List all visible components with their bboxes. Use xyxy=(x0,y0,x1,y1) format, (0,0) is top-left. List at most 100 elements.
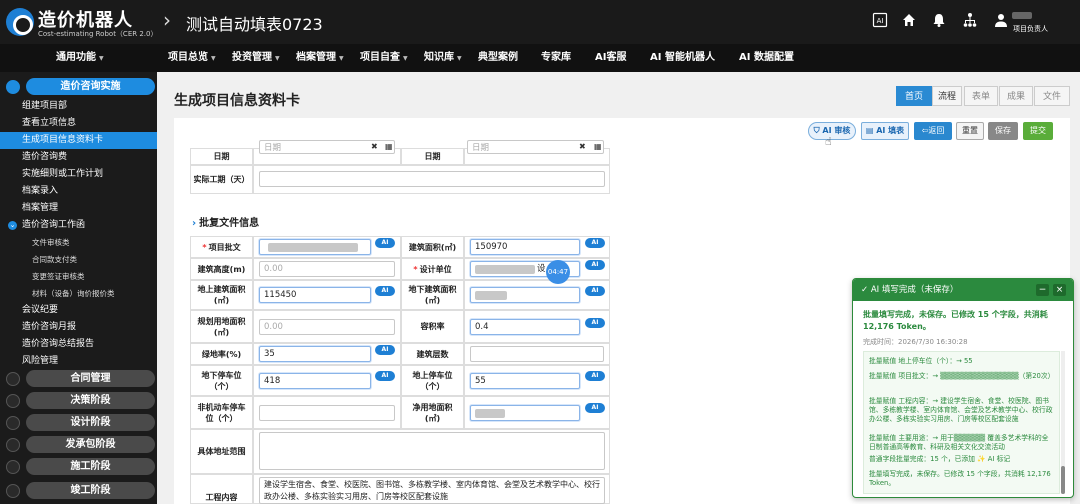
menu-item-experts[interactable]: 专家库 xyxy=(541,44,571,72)
tab-form[interactable]: 表单 xyxy=(964,86,998,106)
sidebar-subitem[interactable]: 材料（设备）询价报价类 xyxy=(0,285,157,302)
org-chart-icon[interactable] xyxy=(961,12,979,30)
tab-flow[interactable]: 流程 xyxy=(932,86,962,106)
panel-scrollbar[interactable] xyxy=(1061,351,1065,494)
panel-title: AI 填写完成（未保存） xyxy=(870,285,959,295)
log-entry: 批量赋值 地上停车位（个）：→ 55 xyxy=(869,357,973,365)
net-land-input[interactable] xyxy=(470,405,580,421)
logo[interactable]: 造价机器人 Cost-estimating Robot（CER 2.0） xyxy=(6,4,157,40)
floors-input[interactable] xyxy=(470,346,604,362)
nonmotor-parking-input[interactable] xyxy=(259,405,395,421)
sidebar-header[interactable]: 设计阶段 xyxy=(4,414,155,431)
underground-parking-label: 地下停车位（个） xyxy=(201,370,242,391)
button-label: AI 审核 xyxy=(822,126,851,135)
sidebar-header[interactable]: 合同管理 xyxy=(4,370,155,387)
sidebar-header-label: 设计阶段 xyxy=(26,414,155,431)
menu-item-archive[interactable]: 档案管理 ▼ xyxy=(296,44,344,72)
green-ratio-input[interactable]: 35 xyxy=(259,346,371,362)
sidebar-item[interactable]: 实施细则或工作计划 xyxy=(0,166,157,183)
redacted-value xyxy=(475,291,507,300)
menu-item-general[interactable]: 通用功能 ▼ xyxy=(56,44,104,72)
sidebar-header-active[interactable]: 造价咨询实施 xyxy=(4,78,155,95)
menu-label: 项目总览 xyxy=(168,52,208,63)
menu-item-ai-robot[interactable]: AI 智能机器人 xyxy=(650,44,715,72)
back-button[interactable]: ⇦返回 xyxy=(914,122,952,140)
sidebar-subitem[interactable]: 变更签证审核类 xyxy=(0,268,157,285)
menu-item-ai-data[interactable]: AI 数据配置 xyxy=(739,44,794,72)
user-icon[interactable] xyxy=(992,12,1010,30)
building-height-input[interactable]: 0.00 xyxy=(259,261,395,277)
project-approval-input[interactable] xyxy=(259,239,371,255)
sidebar-header[interactable]: 决策阶段 xyxy=(4,392,155,409)
calendar-icon[interactable]: ▦ xyxy=(385,142,393,151)
ai-badge: AI xyxy=(375,345,395,355)
content-label: 工程内容 xyxy=(205,492,238,502)
list-icon xyxy=(6,372,20,386)
sidebar-item[interactable]: 查看立项信息 xyxy=(0,115,157,132)
sidebar-subitem[interactable]: 合同款支付类 xyxy=(0,251,157,268)
sidebar-header[interactable]: 发承包阶段 xyxy=(4,436,155,453)
sidebar-item[interactable]: 造价咨询月报 xyxy=(0,319,157,336)
scrollbar-thumb[interactable] xyxy=(1061,466,1065,494)
mouse-cursor-icon: ☝ xyxy=(825,135,832,148)
panel-time: 完成时间：2026/7/30 16:30:28 xyxy=(863,338,968,346)
tab-home[interactable]: 首页 xyxy=(896,86,932,106)
net-land-label: 净用地面积(㎡) xyxy=(412,402,453,423)
below-area-input[interactable] xyxy=(470,287,580,303)
bell-icon[interactable] xyxy=(930,12,948,30)
svg-text:AI: AI xyxy=(877,17,884,25)
design-unit-text: 设 xyxy=(537,264,546,274)
sidebar-item[interactable]: 造价咨询费 xyxy=(0,149,157,166)
minimize-button[interactable]: − xyxy=(1036,284,1049,296)
log-entry: 批量赋值 主要用途：→ 用于▒▒▒▒▒▒ 覆盖多艺术学科的全日制普通高等教育、科… xyxy=(869,434,1049,451)
sidebar-item[interactable]: 档案管理 xyxy=(0,200,157,217)
tab-result[interactable]: 成果 xyxy=(999,86,1033,106)
above-area-input[interactable]: 115450 xyxy=(259,287,371,303)
building-area-label: 建筑面积(㎡) xyxy=(408,242,457,252)
sidebar-item[interactable]: 风险管理 xyxy=(0,353,157,370)
reset-button[interactable]: 重置 xyxy=(956,122,984,140)
sidebar-header[interactable]: 施工阶段 xyxy=(4,458,155,475)
menu-item-knowledge[interactable]: 知识库 ▼ xyxy=(424,44,462,72)
menu-item-overview[interactable]: 项目总览 ▼ xyxy=(168,44,216,72)
plot-ratio-input[interactable]: 0.4 xyxy=(470,319,580,335)
menu-label: 项目自查 xyxy=(360,52,400,63)
timer-badge[interactable]: 04:47 xyxy=(546,260,570,284)
underground-parking-input[interactable]: 418 xyxy=(259,373,371,389)
above-parking-input[interactable]: 55 xyxy=(470,373,580,389)
close-button[interactable]: × xyxy=(1053,284,1066,296)
menu-item-cases[interactable]: 典型案例 xyxy=(478,44,518,72)
address-textarea[interactable] xyxy=(259,432,605,470)
building-area-input[interactable]: 150970 xyxy=(470,239,580,255)
content-textarea[interactable]: 建设学生宿舍、食堂、校医院、图书馆、多栋教学楼、室内体育馆、会堂及艺术教学中心、… xyxy=(259,477,605,504)
clear-icon[interactable]: ✖ xyxy=(371,142,378,151)
ai-review-button[interactable]: ⛉ AI 审核 xyxy=(808,122,856,140)
planned-land-input[interactable]: 0.00 xyxy=(259,319,395,335)
actual-period-input[interactable] xyxy=(259,171,605,187)
caret-down-icon: ▼ xyxy=(211,55,216,62)
log-entry: 普通字段批量完成：15 个，已添加 ✨ AI 标记 xyxy=(869,455,1011,463)
menu-item-ai-service[interactable]: AI客服 xyxy=(595,44,626,72)
sidebar-item[interactable]: 会议纪要 xyxy=(0,302,157,319)
date-label: 日期 xyxy=(213,152,230,161)
main-menu: 通用功能 ▼ 项目总览 ▼ 投资管理 ▼ 档案管理 ▼ 项目自查 ▼ 知识库 ▼ 典型案例 … xyxy=(0,44,1080,72)
sidebar-item[interactable]: 造价咨询总结报告 xyxy=(0,336,157,353)
clear-icon[interactable]: ✖ xyxy=(579,142,586,151)
home-icon[interactable] xyxy=(900,12,918,30)
top-bar: 造价机器人 Cost-estimating Robot（CER 2.0） › 测… xyxy=(0,0,1080,44)
sidebar-group[interactable]: ⌄ 造价咨询工作函 xyxy=(0,217,157,234)
save-button[interactable]: 保存 xyxy=(988,122,1018,140)
submit-button[interactable]: 提交 xyxy=(1023,122,1053,140)
sidebar-item-active[interactable]: 生成项目信息资料卡 xyxy=(0,132,157,149)
ai-icon[interactable]: AI xyxy=(871,12,889,30)
menu-item-self-check[interactable]: 项目自查 ▼ xyxy=(360,44,408,72)
sidebar-header[interactable]: 竣工阶段 xyxy=(4,482,155,499)
sidebar-item[interactable]: 组建项目部 xyxy=(0,98,157,115)
sidebar-item[interactable]: 档案录入 xyxy=(0,183,157,200)
calendar-icon[interactable]: ▦ xyxy=(594,142,602,151)
chevron-right-icon: › xyxy=(163,8,171,32)
ai-fill-button[interactable]: ▤ AI 填表 xyxy=(861,122,909,140)
sidebar-subitem[interactable]: 文件审核类 xyxy=(0,234,157,251)
tab-files[interactable]: 文件 xyxy=(1034,86,1070,106)
menu-item-investment[interactable]: 投资管理 ▼ xyxy=(232,44,280,72)
